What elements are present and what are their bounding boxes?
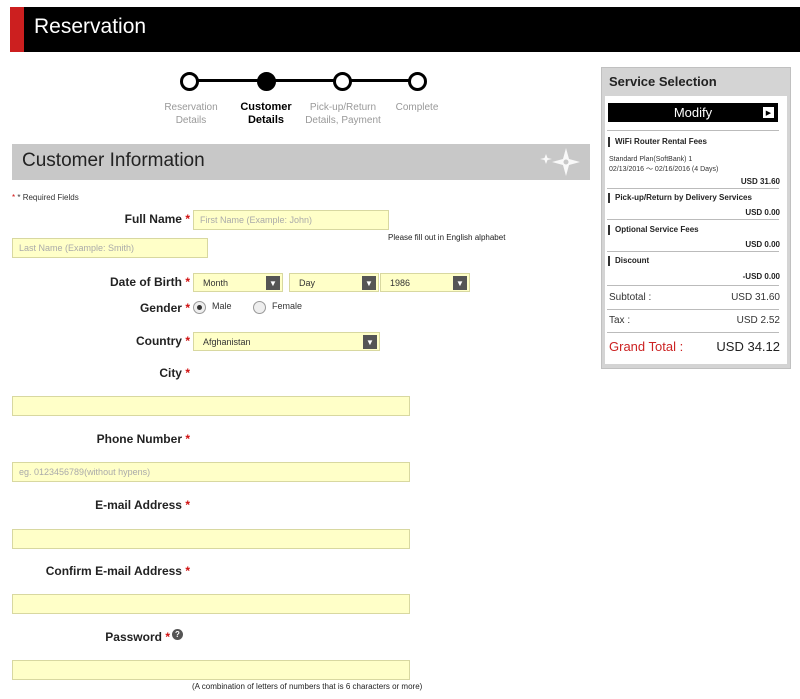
step-node-3 (333, 72, 352, 91)
step-label-1: Reservation Details (164, 102, 218, 126)
tax-amount: USD 2.52 (736, 315, 780, 326)
phone-label: Phone Number * (96, 432, 190, 446)
phone-input[interactable]: eg. 0123456789(without hypens) (12, 462, 410, 482)
country-select[interactable]: Afghanistan ▼ (193, 332, 380, 351)
country-label: Country * (135, 334, 190, 348)
divider (607, 332, 779, 333)
modify-label: Modify (673, 105, 713, 120)
gender-female-radio[interactable] (253, 301, 266, 314)
divider (607, 188, 779, 189)
divider (607, 251, 779, 252)
step-label-4: Complete (395, 102, 439, 113)
email-input[interactable] (12, 529, 410, 549)
grand-total-label: Grand Total : (609, 339, 684, 354)
section-title: Customer Information (22, 150, 205, 171)
discount-amount: -USD 0.00 (742, 272, 780, 281)
question-circle-icon[interactable]: ? (172, 629, 183, 640)
password-label: Password * (105, 630, 170, 644)
dob-day-select[interactable]: Day ▼ (289, 273, 379, 292)
service-selection-title: Service Selection (609, 74, 717, 89)
divider (607, 219, 779, 220)
chevron-down-icon: ▼ (363, 335, 377, 349)
gender-label: Gender * (139, 301, 190, 315)
city-input[interactable] (12, 396, 410, 416)
step-node-2 (257, 72, 276, 91)
wifi-dates: 02/13/2016 ～ 02/16/2016 (4 Days) (609, 166, 719, 173)
optional-amount: USD 0.00 (745, 240, 780, 249)
stepper-line (188, 79, 416, 82)
discount-heading: Discount (608, 256, 649, 266)
confirm-email-input[interactable] (12, 594, 410, 614)
arrow-right-icon: ▶ (763, 107, 774, 118)
confirm-email-label: Confirm E-mail Address * (45, 564, 190, 578)
city-label: City * (159, 366, 190, 380)
wifi-fees-heading: WiFi Router Rental Fees (608, 137, 707, 147)
dob-month-select[interactable]: Month ▼ (193, 273, 283, 292)
dob-label: Date of Birth * (109, 275, 190, 289)
dob-year-select[interactable]: 1986 ▼ (380, 273, 470, 292)
wifi-amount: USD 31.60 (740, 177, 780, 186)
subtotal-amount: USD 31.60 (731, 292, 780, 303)
shuriken-icon (540, 148, 580, 176)
gender-male-label[interactable]: Male (212, 301, 232, 311)
pickup-amount: USD 0.00 (745, 208, 780, 217)
modify-button[interactable]: Modify (608, 103, 778, 122)
radio-selected-icon (193, 301, 206, 314)
chevron-down-icon: ▼ (266, 276, 280, 290)
step-node-4 (408, 72, 427, 91)
subtotal-label: Subtotal : (609, 292, 652, 303)
radio-unselected-icon (253, 301, 266, 314)
required-fields-note: * * Required Fields (12, 193, 79, 202)
divider (607, 309, 779, 310)
gender-male-radio[interactable] (193, 301, 206, 314)
page-title: Reservation (34, 15, 147, 38)
password-hint: (A combination of letters of numbers tha… (192, 682, 423, 691)
full-name-hint: Please fill out in English alphabet (388, 233, 506, 242)
chevron-down-icon: ▼ (362, 276, 376, 290)
email-label: E-mail Address * (95, 498, 190, 512)
wifi-plan: Standard Plan(SoftBank) 1 (609, 156, 693, 163)
password-input[interactable] (12, 660, 410, 680)
pickup-heading: Pick-up/Return by Delivery Services (608, 193, 752, 203)
grand-total-amount: USD 34.12 (716, 339, 780, 354)
optional-heading: Optional Service Fees (608, 225, 699, 235)
gender-female-label[interactable]: Female (272, 301, 302, 311)
step-label-3: Pick-up/Return Details, Payment (305, 102, 381, 126)
divider (607, 130, 779, 131)
last-name-input[interactable]: Last Name (Example: Smith) (12, 238, 208, 258)
header-accent (10, 7, 24, 52)
divider (607, 285, 779, 286)
chevron-down-icon: ▼ (453, 276, 467, 290)
step-node-1 (180, 72, 199, 91)
tax-label: Tax : (609, 315, 631, 326)
step-label-2: Customer Details (240, 101, 292, 126)
first-name-input[interactable]: First Name (Example: John) (193, 210, 389, 230)
full-name-label: Full Name * (124, 212, 190, 226)
